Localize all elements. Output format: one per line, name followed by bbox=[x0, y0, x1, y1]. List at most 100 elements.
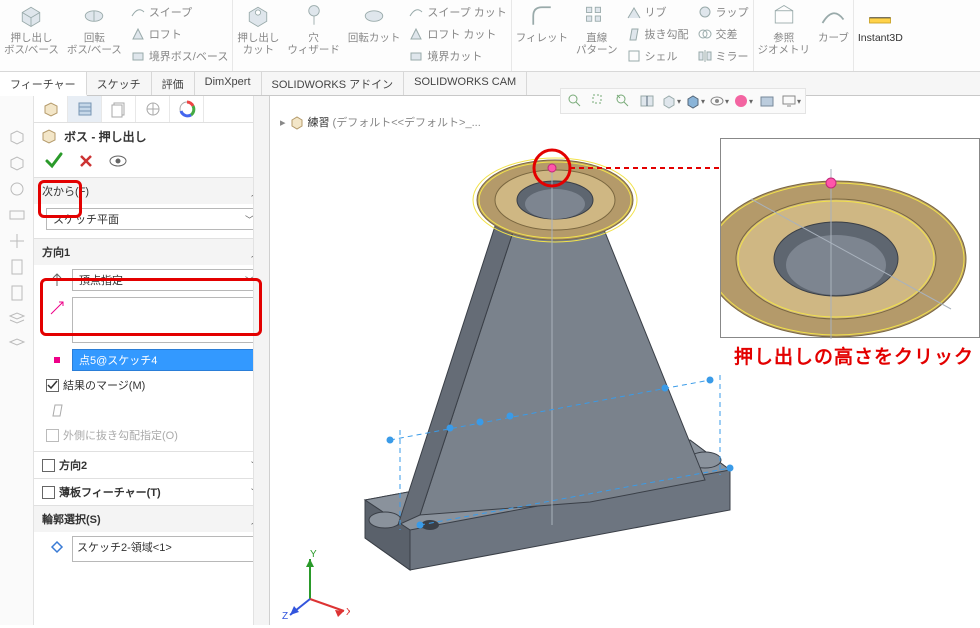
strip-plane-icon[interactable] bbox=[6, 204, 28, 226]
rib-button[interactable]: リブ bbox=[626, 2, 689, 22]
fillet-button[interactable]: フィレット bbox=[512, 0, 572, 71]
revolve-cut-button[interactable]: 回転カット bbox=[344, 0, 405, 71]
revolve-boss-button[interactable]: 回転 ボス/ベース bbox=[63, 0, 126, 71]
reverse-direction-button[interactable] bbox=[46, 269, 68, 291]
cut-col: スイープ カット ロフト カット 境界カット bbox=[404, 0, 510, 71]
breadcrumb: ▸ 練習 (デフォルト<<デフォルト>_... bbox=[280, 114, 481, 130]
direction1-header[interactable]: 方向1 ︿ bbox=[34, 239, 269, 265]
strip-doc-icon[interactable] bbox=[6, 256, 28, 278]
color-wheel-icon bbox=[178, 100, 196, 118]
linear-pattern-button[interactable]: 直線 パターン bbox=[572, 0, 621, 71]
direction2-header[interactable]: 方向2 ﹀ bbox=[34, 452, 269, 478]
draft-angle-button[interactable] bbox=[46, 399, 68, 421]
loft-icon bbox=[130, 26, 146, 42]
vertex-button[interactable] bbox=[46, 349, 68, 371]
merge-checkbox[interactable]: 結果のマージ(M) bbox=[46, 377, 261, 393]
boundary-cut-button[interactable]: 境界カット bbox=[408, 46, 506, 66]
wrap-icon bbox=[697, 4, 713, 20]
from-select[interactable]: スケッチ平面 ﹀ bbox=[46, 208, 261, 230]
draft-button[interactable]: 抜き勾配 bbox=[626, 24, 689, 44]
panel-scrollbar[interactable] bbox=[253, 96, 269, 625]
view-orientation-button[interactable]: ▾ bbox=[661, 91, 681, 111]
graphics-viewport[interactable]: 押し出しの高さをクリック Y X Z bbox=[270, 130, 980, 625]
extrude-cut-button[interactable]: 押し出し カット bbox=[233, 0, 283, 71]
monitor-icon bbox=[781, 93, 797, 109]
tab-feature[interactable]: フィーチャー bbox=[0, 72, 87, 96]
view-toolbar: ▾ ▾ ▾ ▾ ▾ bbox=[560, 88, 806, 114]
sweep-cut-button[interactable]: スイープ カット bbox=[408, 2, 506, 22]
sweep-button[interactable]: スイープ bbox=[130, 2, 229, 22]
strip-cube-icon[interactable] bbox=[6, 126, 28, 148]
feature-manager: ボス - 押し出し 次から(F) ︿ スケッチ平面 ﹀ 方向1 bbox=[0, 96, 270, 625]
direction1-section: 方向1 ︿ 頂点指定 ﹀ 点5@スケッチ4 bbox=[34, 238, 269, 451]
tab-dimxpert[interactable]: DimXpert bbox=[195, 72, 262, 95]
strip-doc2-icon[interactable] bbox=[6, 282, 28, 304]
from-section: 次から(F) ︿ スケッチ平面 ﹀ bbox=[34, 177, 269, 238]
contour-button[interactable] bbox=[46, 536, 68, 558]
panel-tab-feature[interactable] bbox=[34, 96, 68, 122]
panel-tab-config[interactable] bbox=[102, 96, 136, 122]
strip-axis-icon[interactable] bbox=[6, 230, 28, 252]
display-style-button[interactable]: ▾ bbox=[685, 91, 705, 111]
cancel-x-icon[interactable] bbox=[78, 153, 94, 169]
shell-icon bbox=[626, 48, 642, 64]
feature-title-row: ボス - 押し出し bbox=[34, 123, 269, 149]
contour-field[interactable]: スケッチ2-領域<1> bbox=[72, 536, 261, 562]
feat-col2: ラップ 交差 ミラー bbox=[693, 0, 753, 71]
axis-triad[interactable]: Y X Z bbox=[280, 549, 350, 619]
extrude-boss-button[interactable]: 押し出し ボス/ベース bbox=[0, 0, 63, 71]
contour-header[interactable]: 輪郭選択(S) ︿ bbox=[34, 506, 269, 532]
extrude-icon bbox=[40, 127, 58, 145]
curve-button[interactable]: カーブ bbox=[814, 0, 853, 71]
direction-vector-field[interactable] bbox=[72, 297, 261, 343]
wrap-button[interactable]: ラップ bbox=[697, 2, 749, 22]
loft-button[interactable]: ロフト bbox=[130, 24, 229, 44]
strip-cube2-icon[interactable] bbox=[6, 152, 28, 174]
intersect-button[interactable]: 交差 bbox=[697, 24, 749, 44]
ok-check-icon[interactable] bbox=[44, 151, 64, 171]
thin-header[interactable]: 薄板フィーチャー(T) ﹀ bbox=[34, 479, 269, 505]
ref-geom-icon bbox=[770, 2, 798, 30]
instant3d-button[interactable]: Instant3D bbox=[854, 0, 907, 71]
loft-cut-button[interactable]: ロフト カット bbox=[408, 24, 506, 44]
tab-sketch[interactable]: スケッチ bbox=[87, 72, 152, 95]
tab-evaluate[interactable]: 評価 bbox=[152, 72, 195, 95]
preview-eye-icon[interactable] bbox=[108, 154, 128, 168]
config-icon bbox=[110, 100, 128, 118]
panel-tab-dim[interactable] bbox=[136, 96, 170, 122]
from-header[interactable]: 次から(F) ︿ bbox=[34, 178, 269, 204]
doc-name[interactable]: 練習 bbox=[308, 114, 330, 130]
strip-layers-icon[interactable] bbox=[6, 308, 28, 330]
zoom-area-button[interactable] bbox=[589, 91, 609, 111]
loft-cut-icon bbox=[408, 26, 424, 42]
hole-wizard-button[interactable]: 穴 ウィザード bbox=[283, 0, 344, 71]
doc-config: (デフォルト<<デフォルト>_... bbox=[333, 114, 481, 130]
direction-vector-button[interactable] bbox=[46, 297, 68, 319]
hide-show-button[interactable]: ▾ bbox=[709, 91, 729, 111]
mirror-button[interactable]: ミラー bbox=[697, 46, 749, 66]
ref-geom-button[interactable]: 参照 ジオメトリ bbox=[754, 0, 815, 71]
zoom-fit-button[interactable] bbox=[565, 91, 585, 111]
panel-tab-appear[interactable] bbox=[170, 96, 204, 122]
draft-angle-icon bbox=[49, 402, 65, 418]
appearance-button[interactable]: ▾ bbox=[733, 91, 753, 111]
vertex-icon bbox=[49, 352, 65, 368]
mirror-icon bbox=[697, 48, 713, 64]
panel-tab-property[interactable] bbox=[68, 96, 102, 122]
thin-section: 薄板フィーチャー(T) ﹀ bbox=[34, 478, 269, 505]
strip-layers2-icon[interactable] bbox=[6, 334, 28, 356]
vertex-field[interactable]: 点5@スケッチ4 bbox=[72, 349, 261, 371]
breadcrumb-arrow-icon[interactable]: ▸ bbox=[280, 116, 286, 129]
end-condition-select[interactable]: 頂点指定 ﹀ bbox=[72, 269, 261, 291]
draft-outward-checkbox[interactable]: 外側に抜き勾配指定(O) bbox=[46, 427, 261, 443]
tab-cam[interactable]: SOLIDWORKS CAM bbox=[404, 72, 527, 95]
boundary-icon bbox=[130, 48, 146, 64]
scene-button[interactable] bbox=[757, 91, 777, 111]
boundary-boss-button[interactable]: 境界ボス/ベース bbox=[130, 46, 229, 66]
render-button[interactable]: ▾ bbox=[781, 91, 801, 111]
shell-button[interactable]: シェル bbox=[626, 46, 689, 66]
tab-addin[interactable]: SOLIDWORKS アドイン bbox=[262, 72, 405, 95]
strip-circle-icon[interactable] bbox=[6, 178, 28, 200]
prev-view-button[interactable] bbox=[613, 91, 633, 111]
section-view-button[interactable] bbox=[637, 91, 657, 111]
